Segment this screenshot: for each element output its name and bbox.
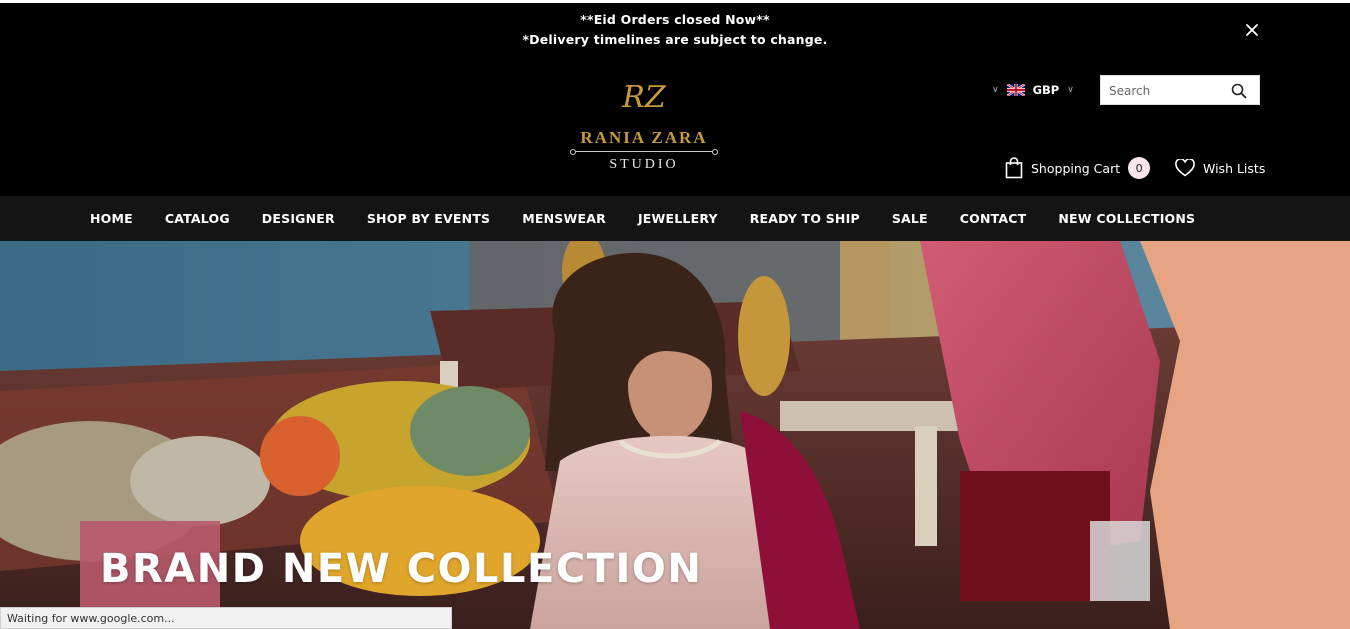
shopping-cart-label: Shopping Cart [1031,160,1121,176]
search-input[interactable] [1109,82,1227,100]
announcement-line-2: *Delivery timelines are subject to chang… [522,32,828,47]
hero-banner[interactable]: BRAND NEW COLLECTION [0,241,1350,629]
nav-item-ready-to-ship[interactable]: READY TO SHIP [750,211,860,226]
announcement-line-1: **Eid Orders closed Now** [580,12,770,27]
logo-name: RANIA ZARA [580,128,708,147]
uk-flag-icon [1006,84,1025,96]
hero-title: BRAND NEW COLLECTION [100,546,703,592]
nav-item-catalog[interactable]: CATALOG [165,211,230,226]
shopping-cart-link[interactable]: Shopping Cart 0 [1005,155,1151,181]
logo-subtitle: STUDIO [609,157,679,172]
wishlist-label: Wish Lists [1203,160,1266,176]
nav-item-contact[interactable]: CONTACT [960,211,1027,226]
wishlist-link[interactable]: Wish Lists [1175,157,1265,179]
nav-item-menswear[interactable]: MENSWEAR [522,211,606,226]
nav-item-home[interactable]: HOME [90,211,133,226]
shopping-bag-icon [1005,157,1023,179]
search-box [1100,75,1260,105]
nav-item-sale[interactable]: SALE [892,211,928,226]
announcement-bar: **Eid Orders closed Now** *Delivery time… [0,10,1350,50]
brand-logo[interactable]: RZ RANIA ZARA STUDIO [566,78,722,178]
cart-count-badge: 0 [1128,157,1151,179]
logo-divider [570,149,718,155]
main-navigation: HOME CATALOG DESIGNER SHOP BY EVENTS MEN… [0,196,1350,241]
heart-icon [1175,159,1195,177]
currency-selector[interactable]: ∨ GBP ∨ [992,81,1074,99]
nav-item-shop-by-events[interactable]: SHOP BY EVENTS [367,211,490,226]
chevron-down-icon: ∨ [992,85,999,95]
browser-status-bar: Waiting for www.google.com... [0,607,452,629]
search-icon[interactable] [1231,83,1247,99]
currency-code: GBP [1032,83,1060,97]
close-icon [1246,24,1258,36]
nav-item-designer[interactable]: DESIGNER [262,211,335,226]
nav-item-jewellery[interactable]: JEWELLERY [638,211,718,226]
logo-monogram: RZ [622,80,666,115]
chevron-down-icon: ∨ [1067,85,1074,95]
nav-item-new-collections[interactable]: NEW COLLECTIONS [1058,211,1195,226]
close-announcement-button[interactable] [1242,20,1262,40]
